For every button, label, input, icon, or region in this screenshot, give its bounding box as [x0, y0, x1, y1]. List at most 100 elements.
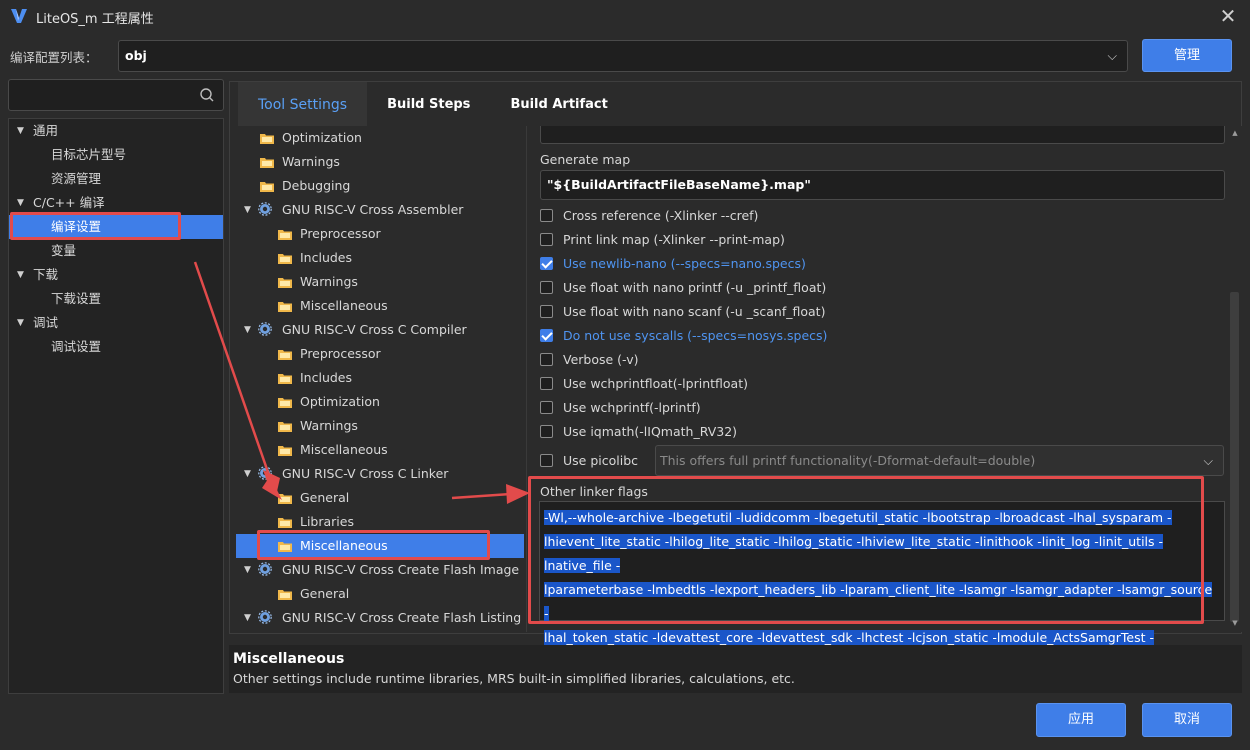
checkbox-row[interactable]: Use wchprintfloat(-lprintfloat): [540, 373, 748, 393]
expand-arrow-icon[interactable]: ▼: [244, 318, 251, 342]
checkbox[interactable]: [540, 424, 553, 438]
tree-group-item[interactable]: ▼ GNU RISC-V Cross C Linker: [236, 462, 524, 486]
checkbox-label[interactable]: Use newlib-nano (--specs=nano.specs): [563, 256, 806, 271]
expand-arrow-icon[interactable]: ▼: [17, 311, 24, 335]
tree-item[interactable]: Includes: [236, 246, 524, 270]
checkbox-row[interactable]: Do not use syscalls (--specs=nosys.specs…: [540, 325, 827, 345]
checkbox[interactable]: [540, 400, 553, 414]
checkbox-row[interactable]: Use float with nano printf (-u _printf_f…: [540, 277, 826, 297]
expand-arrow-icon[interactable]: ▼: [244, 198, 251, 222]
tree-item[interactable]: Preprocessor: [236, 342, 524, 366]
tree-item[interactable]: Preprocessor: [236, 222, 524, 246]
checkbox-row[interactable]: Use iqmath(-lIQmath_RV32): [540, 421, 737, 441]
checkbox[interactable]: [540, 376, 553, 390]
checkbox-label[interactable]: Print link map (-Xlinker --print-map): [563, 232, 785, 247]
tree-item[interactable]: Miscellaneous: [236, 438, 524, 462]
expand-arrow-icon[interactable]: ▼: [17, 263, 24, 287]
checkbox-row[interactable]: Use newlib-nano (--specs=nano.specs): [540, 253, 806, 273]
checkbox[interactable]: [540, 304, 553, 318]
config-select[interactable]: obj ⌵: [118, 40, 1128, 72]
checkbox[interactable]: [540, 453, 553, 467]
checkbox-label[interactable]: Use wchprintfloat(-lprintfloat): [563, 376, 748, 391]
checkbox-row[interactable]: Use float with nano scanf (-u _scanf_flo…: [540, 301, 825, 321]
splitter[interactable]: [526, 126, 527, 632]
checkbox[interactable]: [540, 208, 553, 222]
close-icon[interactable]: ✕: [1216, 4, 1240, 28]
expand-arrow-icon[interactable]: ▼: [17, 191, 24, 215]
folder-icon: [260, 182, 274, 192]
checkbox-label[interactable]: Cross reference (-Xlinker --cref): [563, 208, 758, 223]
checkbox[interactable]: [540, 256, 553, 270]
checkbox-label[interactable]: Use picolibc: [563, 453, 638, 468]
nav-item-cpp-build[interactable]: ▼ C/C++ 编译: [9, 191, 223, 215]
other-linker-flags-textarea[interactable]: -Wl,--whole-archive -lbegetutil -ludidco…: [539, 501, 1225, 669]
checkbox-row[interactable]: Use picolibc: [540, 450, 638, 470]
expand-arrow-icon[interactable]: ▼: [17, 119, 24, 143]
expand-arrow-icon[interactable]: ▼: [244, 606, 251, 630]
tree-item[interactable]: Libraries: [236, 510, 524, 534]
scroll-up-icon[interactable]: ▲: [1230, 128, 1240, 138]
manage-button[interactable]: 管理: [1142, 39, 1232, 72]
tree-item-label: General: [300, 490, 350, 505]
folder-icon: [260, 134, 274, 144]
apply-button[interactable]: 应用: [1036, 703, 1126, 737]
expand-arrow-icon[interactable]: ▼: [244, 462, 251, 486]
nav-item-download[interactable]: ▼ 下载: [9, 263, 223, 287]
tree-group-item[interactable]: ▼ GNU RISC-V Cross Create Flash Image: [236, 558, 524, 582]
picolibc-select[interactable]: This offers full printf functionality(-D…: [655, 445, 1224, 476]
nav-item-debug-settings[interactable]: 调试设置: [9, 335, 223, 359]
checkbox-row[interactable]: Use wchprintf(-lprintf): [540, 397, 701, 417]
tree-item[interactable]: Includes: [236, 366, 524, 390]
tree-item-label: Miscellaneous: [300, 442, 388, 457]
previous-field[interactable]: [540, 126, 1225, 144]
tree-item[interactable]: Warnings: [236, 414, 524, 438]
tab-build-artifact[interactable]: Build Artifact: [490, 82, 627, 126]
cancel-button[interactable]: 取消: [1142, 703, 1232, 737]
folder-icon: [278, 542, 292, 552]
tree-item[interactable]: Warnings: [236, 270, 524, 294]
checkbox[interactable]: [540, 328, 553, 342]
checkbox-label[interactable]: Use float with nano scanf (-u _scanf_flo…: [563, 304, 825, 319]
tree-item[interactable]: Debugging: [236, 174, 524, 198]
tree-group-item[interactable]: ▼ GNU RISC-V Cross C Compiler: [236, 318, 524, 342]
tree-group-item[interactable]: ▼ GNU RISC-V Cross Create Flash Listing: [236, 606, 524, 630]
checkbox-row[interactable]: Cross reference (-Xlinker --cref): [540, 205, 758, 225]
tree-item-label: Preprocessor: [300, 226, 381, 241]
nav-item-general[interactable]: ▼ 通用: [9, 119, 223, 143]
checkbox-row[interactable]: Verbose (-v): [540, 349, 639, 369]
checkbox-label[interactable]: Use float with nano printf (-u _printf_f…: [563, 280, 826, 295]
generate-map-field[interactable]: "${BuildArtifactFileBaseName}.map": [540, 170, 1225, 200]
folder-icon: [278, 446, 292, 456]
scrollbar-thumb[interactable]: [1230, 292, 1239, 622]
tree-item[interactable]: General: [236, 486, 524, 510]
nav-item-debug[interactable]: ▼ 调试: [9, 311, 223, 335]
tree-item[interactable]: Miscellaneous: [236, 294, 524, 318]
checkbox[interactable]: [540, 280, 553, 294]
gear-icon: [258, 322, 272, 336]
tree-item-label: Includes: [300, 250, 353, 265]
nav-item-variables[interactable]: 变量: [9, 239, 223, 263]
tree-group-item[interactable]: ▼ GNU RISC-V Cross Assembler: [236, 198, 524, 222]
tab-tool-settings[interactable]: Tool Settings: [238, 82, 368, 126]
search-icon[interactable]: [199, 87, 215, 103]
tree-item[interactable]: Optimization: [236, 126, 524, 150]
checkbox-label[interactable]: Verbose (-v): [563, 352, 639, 367]
scroll-down-icon[interactable]: ▼: [1230, 618, 1240, 628]
nav-item-build-settings[interactable]: 编译设置: [9, 215, 223, 239]
tree-item[interactable]: Miscellaneous: [236, 534, 524, 558]
tree-item[interactable]: General: [236, 582, 524, 606]
tree-item[interactable]: Optimization: [236, 390, 524, 414]
checkbox[interactable]: [540, 352, 553, 366]
nav-item-resources[interactable]: 资源管理: [9, 167, 223, 191]
nav-item-target-chip[interactable]: 目标芯片型号: [9, 143, 223, 167]
nav-item-download-settings[interactable]: 下载设置: [9, 287, 223, 311]
checkbox-label[interactable]: Use wchprintf(-lprintf): [563, 400, 701, 415]
tab-build-steps[interactable]: Build Steps: [367, 82, 490, 126]
tree-item[interactable]: Warnings: [236, 150, 524, 174]
checkbox-label[interactable]: Use iqmath(-lIQmath_RV32): [563, 424, 737, 439]
checkbox-row[interactable]: Print link map (-Xlinker --print-map): [540, 229, 785, 249]
checkbox-label[interactable]: Do not use syscalls (--specs=nosys.specs…: [563, 328, 827, 343]
expand-arrow-icon[interactable]: ▼: [244, 558, 251, 582]
checkbox[interactable]: [540, 232, 553, 246]
search-input[interactable]: [8, 79, 224, 111]
